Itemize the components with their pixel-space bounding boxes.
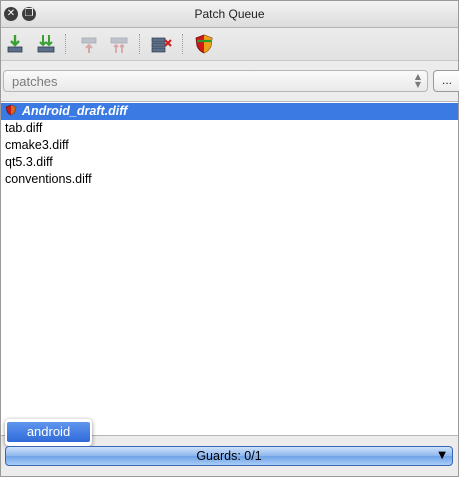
window-title: Patch Queue: [194, 7, 265, 21]
chevron-down-icon: ▼: [438, 450, 446, 461]
patch-queue-window: ✕ ❐ Patch Queue patches ▲ ▼ ... Android_…: [0, 0, 459, 477]
guard-option-android[interactable]: android: [7, 422, 90, 442]
toolbar-separator: [65, 34, 66, 54]
patch-name: cmake3.diff: [5, 138, 69, 152]
guard-shield-icon: [195, 34, 213, 54]
qpush-icon: [7, 35, 23, 53]
queue-selector-value: patches: [12, 74, 58, 89]
qpop-all-icon: [110, 37, 128, 53]
toolbar-separator: [182, 34, 183, 54]
guards-popup-menu: android: [5, 419, 92, 446]
queue-selector[interactable]: patches ▲ ▼: [3, 70, 428, 92]
guard-shield-icon: [5, 104, 17, 116]
patch-name: tab.diff: [5, 121, 43, 135]
guards-dropdown[interactable]: Guards: 0/1 ▼: [5, 446, 453, 466]
guards-button[interactable]: [192, 32, 216, 56]
list-item[interactable]: qt5.3.diff: [1, 154, 458, 171]
qpop-icon: [81, 37, 97, 53]
guards-label: Guards: 0/1: [196, 449, 262, 463]
patch-name: qt5.3.diff: [5, 155, 53, 169]
qpush-all-icon: [37, 35, 55, 53]
toolbar: [1, 28, 458, 61]
qpop-all-button[interactable]: [107, 32, 131, 56]
patch-list[interactable]: Android_draft.diff tab.diff cmake3.diff …: [1, 101, 458, 436]
more-queues-button[interactable]: ...: [433, 70, 459, 92]
qpop-button[interactable]: [77, 32, 101, 56]
patch-name: conventions.diff: [5, 172, 92, 186]
list-item[interactable]: conventions.diff: [1, 171, 458, 188]
qpush-button[interactable]: [3, 32, 27, 56]
patch-name: Android_draft.diff: [22, 104, 128, 118]
list-item[interactable]: tab.diff: [1, 120, 458, 137]
qpush-all-button[interactable]: [34, 32, 58, 56]
updown-arrows-icon: ▲ ▼: [414, 72, 421, 89]
qdelete-icon: [151, 37, 172, 53]
toolbar-separator: [139, 34, 140, 54]
list-item[interactable]: Android_draft.diff: [1, 103, 458, 120]
title-bar: ✕ ❐ Patch Queue: [1, 1, 458, 28]
qdelete-button[interactable]: [149, 32, 173, 56]
list-item[interactable]: cmake3.diff: [1, 137, 458, 154]
